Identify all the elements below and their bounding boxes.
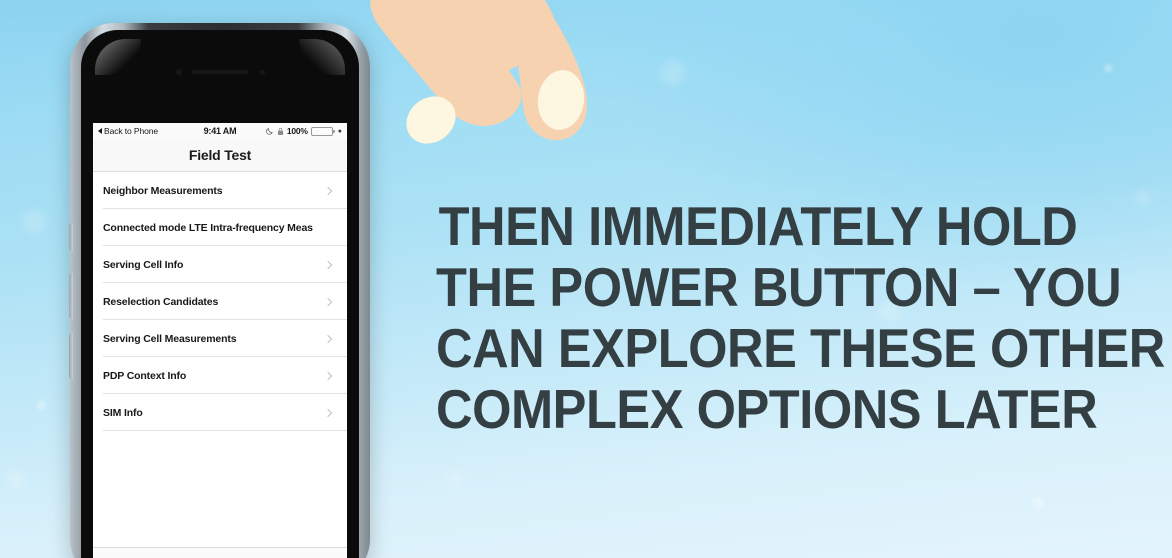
updated-footer: Updated 2016-06-02 at 16:46:48 — [93, 547, 347, 558]
lock-icon — [277, 127, 284, 136]
moon-icon — [265, 127, 274, 135]
chevron-right-icon — [325, 297, 335, 307]
navigation-bar: Field Test — [93, 139, 347, 172]
chevron-right-icon — [325, 186, 335, 196]
battery-percent-label: 100% — [286, 126, 308, 136]
list-item-label: PDP Context Info — [103, 369, 187, 382]
bezel-highlight — [299, 39, 345, 75]
list-empty-space — [93, 431, 347, 547]
earpiece-speaker — [191, 70, 249, 74]
iphone-mockup: Back to Phone 9:41 AM 100% ● Field Test … — [69, 23, 370, 558]
status-bar-indicators: 100% ● — [265, 126, 342, 136]
list-item[interactable]: Neighbor Measurements — [93, 172, 347, 209]
list-item-label: Serving Cell Measurements — [103, 332, 237, 345]
list-item[interactable]: PDP Context Info — [93, 357, 347, 394]
chevron-right-icon — [325, 408, 335, 418]
list-item[interactable]: Serving Cell Info — [93, 246, 347, 283]
battery-full-icon — [310, 126, 335, 136]
chevron-right-icon — [325, 371, 335, 381]
front-camera-icon — [176, 69, 182, 75]
field-test-list: Neighbor Measurements Connected mode LTE… — [93, 172, 347, 431]
list-item-label: Reselection Candidates — [103, 295, 219, 308]
bolt-icon: ● — [337, 127, 342, 135]
headline-line-2: THE POWER BUTTON – YOU — [436, 256, 1122, 318]
chevron-right-icon — [325, 334, 335, 344]
list-item-label: Neighbor Measurements — [103, 184, 223, 197]
headline-text: THEN IMMEDIATELY HOLD THE POWER BUTTON –… — [436, 195, 1165, 440]
headline-line-3: CAN EXPLORE THESE OTHER — [436, 317, 1165, 379]
list-item[interactable]: SIM Info — [93, 394, 347, 431]
instructional-slide: Back to Phone 9:41 AM 100% ● Field Test … — [0, 0, 1172, 558]
headline-line-1: THEN IMMEDIATELY HOLD — [438, 195, 1078, 257]
volume-down-button[interactable] — [69, 333, 73, 379]
list-item[interactable]: Connected mode LTE Intra-frequency Meas — [93, 209, 347, 246]
chevron-right-icon — [325, 260, 335, 270]
bezel-highlight — [95, 39, 141, 75]
volume-up-button[interactable] — [69, 273, 73, 319]
list-item[interactable]: Serving Cell Measurements — [93, 320, 347, 357]
list-item[interactable]: Reselection Candidates — [93, 283, 347, 320]
page-title: Field Test — [188, 147, 252, 163]
headline-line-4: COMPLEX OPTIONS LATER — [436, 378, 1098, 440]
list-item-label: Connected mode LTE Intra-frequency Meas — [103, 221, 313, 234]
list-item-label: SIM Info — [103, 406, 143, 419]
proximity-sensor-icon — [260, 70, 265, 75]
status-bar: Back to Phone 9:41 AM 100% ● — [93, 123, 347, 139]
list-item-label: Serving Cell Info — [103, 258, 184, 271]
phone-screen: Back to Phone 9:41 AM 100% ● Field Test … — [93, 123, 347, 558]
mute-switch[interactable] — [69, 223, 73, 251]
